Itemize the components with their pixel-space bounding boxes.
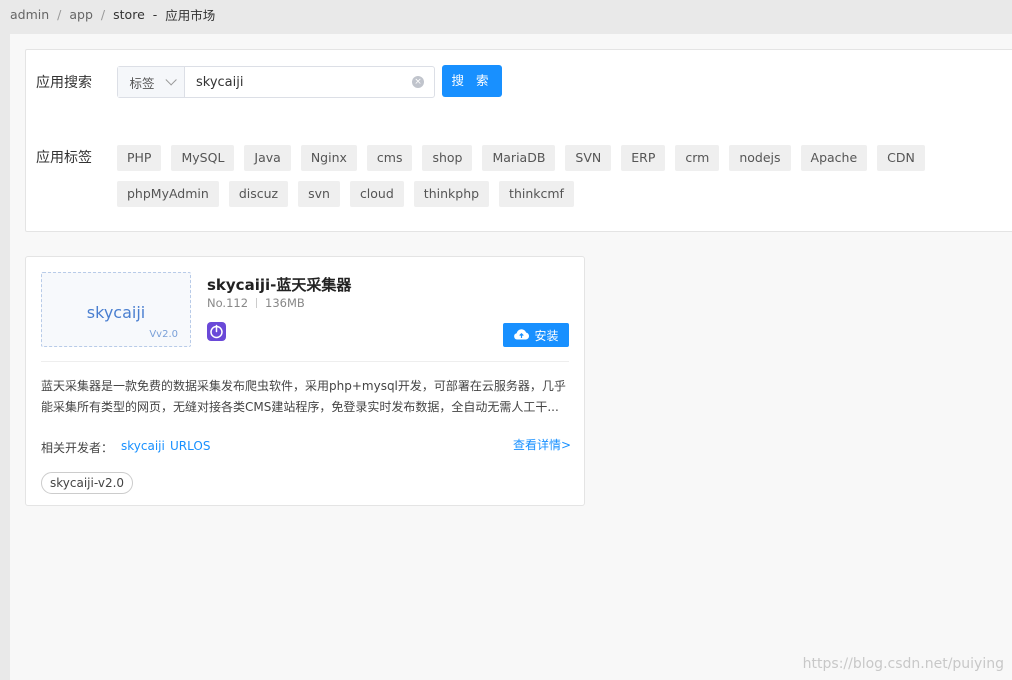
thumbnail-version: Vv2.0: [149, 329, 178, 340]
tags-label: 应用标签: [36, 150, 92, 166]
chevron-down-icon: [164, 74, 177, 86]
power-icon: [207, 322, 226, 341]
app-size: 136MB: [265, 296, 305, 310]
thumbnail-name: skycaiji: [86, 303, 146, 322]
tag-mariadb[interactable]: MariaDB: [482, 145, 556, 171]
tag-php[interactable]: PHP: [117, 145, 162, 171]
tag-thinkphp[interactable]: thinkphp: [413, 181, 490, 207]
app-thumbnail[interactable]: skycaiji Vv2.0: [41, 272, 191, 347]
breadcrumb-store: store: [113, 7, 145, 22]
install-label: 安装: [534, 328, 559, 343]
breadcrumb-app[interactable]: app: [69, 7, 93, 22]
card-divider: [41, 361, 569, 362]
tag-cms[interactable]: cms: [366, 145, 413, 171]
search-panel: 应用搜索 标签 × 搜 索 应用标签 PHP MySQL Java Nginx …: [25, 49, 1012, 232]
breadcrumb-current: 应用市场: [165, 8, 216, 23]
breadcrumb-dash: -: [152, 7, 158, 22]
tag-list: PHP MySQL Java Nginx cms shop MariaDB SV…: [117, 145, 1007, 207]
cloud-upload-icon: [513, 328, 530, 343]
version-tag[interactable]: skycaiji-v2.0: [41, 472, 134, 494]
tag-svn[interactable]: svn: [298, 181, 340, 207]
developer-link-skycaiji[interactable]: skycaiji: [121, 439, 165, 453]
tag-apache[interactable]: Apache: [800, 145, 868, 171]
app-meta: No.112 136MB: [207, 296, 305, 310]
clear-icon[interactable]: ×: [412, 76, 424, 88]
tag-java[interactable]: Java: [244, 145, 291, 171]
main-content: 应用搜索 标签 × 搜 索 应用标签 PHP MySQL Java Nginx …: [10, 34, 1012, 680]
tag-nginx[interactable]: Nginx: [300, 145, 357, 171]
app-title: skycaiji-蓝天采集器: [207, 276, 352, 294]
tag-cloud[interactable]: cloud: [349, 181, 404, 207]
search-input[interactable]: [185, 67, 412, 97]
search-box: 标签 ×: [117, 66, 435, 98]
tag-svn-upper[interactable]: SVN: [565, 145, 612, 171]
search-button[interactable]: 搜 索: [442, 65, 502, 97]
search-type-value: 标签: [129, 75, 155, 91]
tag-shop[interactable]: shop: [422, 145, 473, 171]
watermark: https://blog.csdn.net/puiying: [802, 656, 1004, 672]
search-type-select[interactable]: 标签: [118, 67, 185, 97]
tag-thinkcmf[interactable]: thinkcmf: [499, 181, 574, 207]
meta-divider: [256, 298, 258, 308]
install-button[interactable]: 安装: [503, 323, 569, 347]
tag-cdn[interactable]: CDN: [877, 145, 925, 171]
breadcrumb: admin / app / store - 应用市场: [10, 5, 215, 24]
developer-link-urlos[interactable]: URLOS: [170, 439, 210, 453]
tag-phpmyadmin[interactable]: phpMyAdmin: [117, 181, 219, 207]
breadcrumb-separator: /: [100, 7, 106, 22]
breadcrumb-separator: /: [57, 7, 62, 22]
view-details-link[interactable]: 查看详情>: [513, 436, 571, 453]
breadcrumb-admin[interactable]: admin: [10, 7, 49, 22]
search-label: 应用搜索: [36, 75, 92, 91]
developers-label: 相关开发者：: [41, 441, 114, 455]
tag-crm[interactable]: crm: [675, 145, 720, 171]
app-number: No.112: [207, 296, 249, 310]
tag-discuz[interactable]: discuz: [228, 181, 289, 207]
app-card: skycaiji Vv2.0 skycaiji-蓝天采集器 No.112 136…: [25, 256, 585, 506]
tag-mysql[interactable]: MySQL: [171, 145, 235, 171]
tag-nodejs[interactable]: nodejs: [729, 145, 791, 171]
tag-erp[interactable]: ERP: [621, 145, 666, 171]
app-description: 蓝天采集器是一款免费的数据采集发布爬虫软件，采用php+mysql开发，可部署在…: [41, 379, 566, 414]
